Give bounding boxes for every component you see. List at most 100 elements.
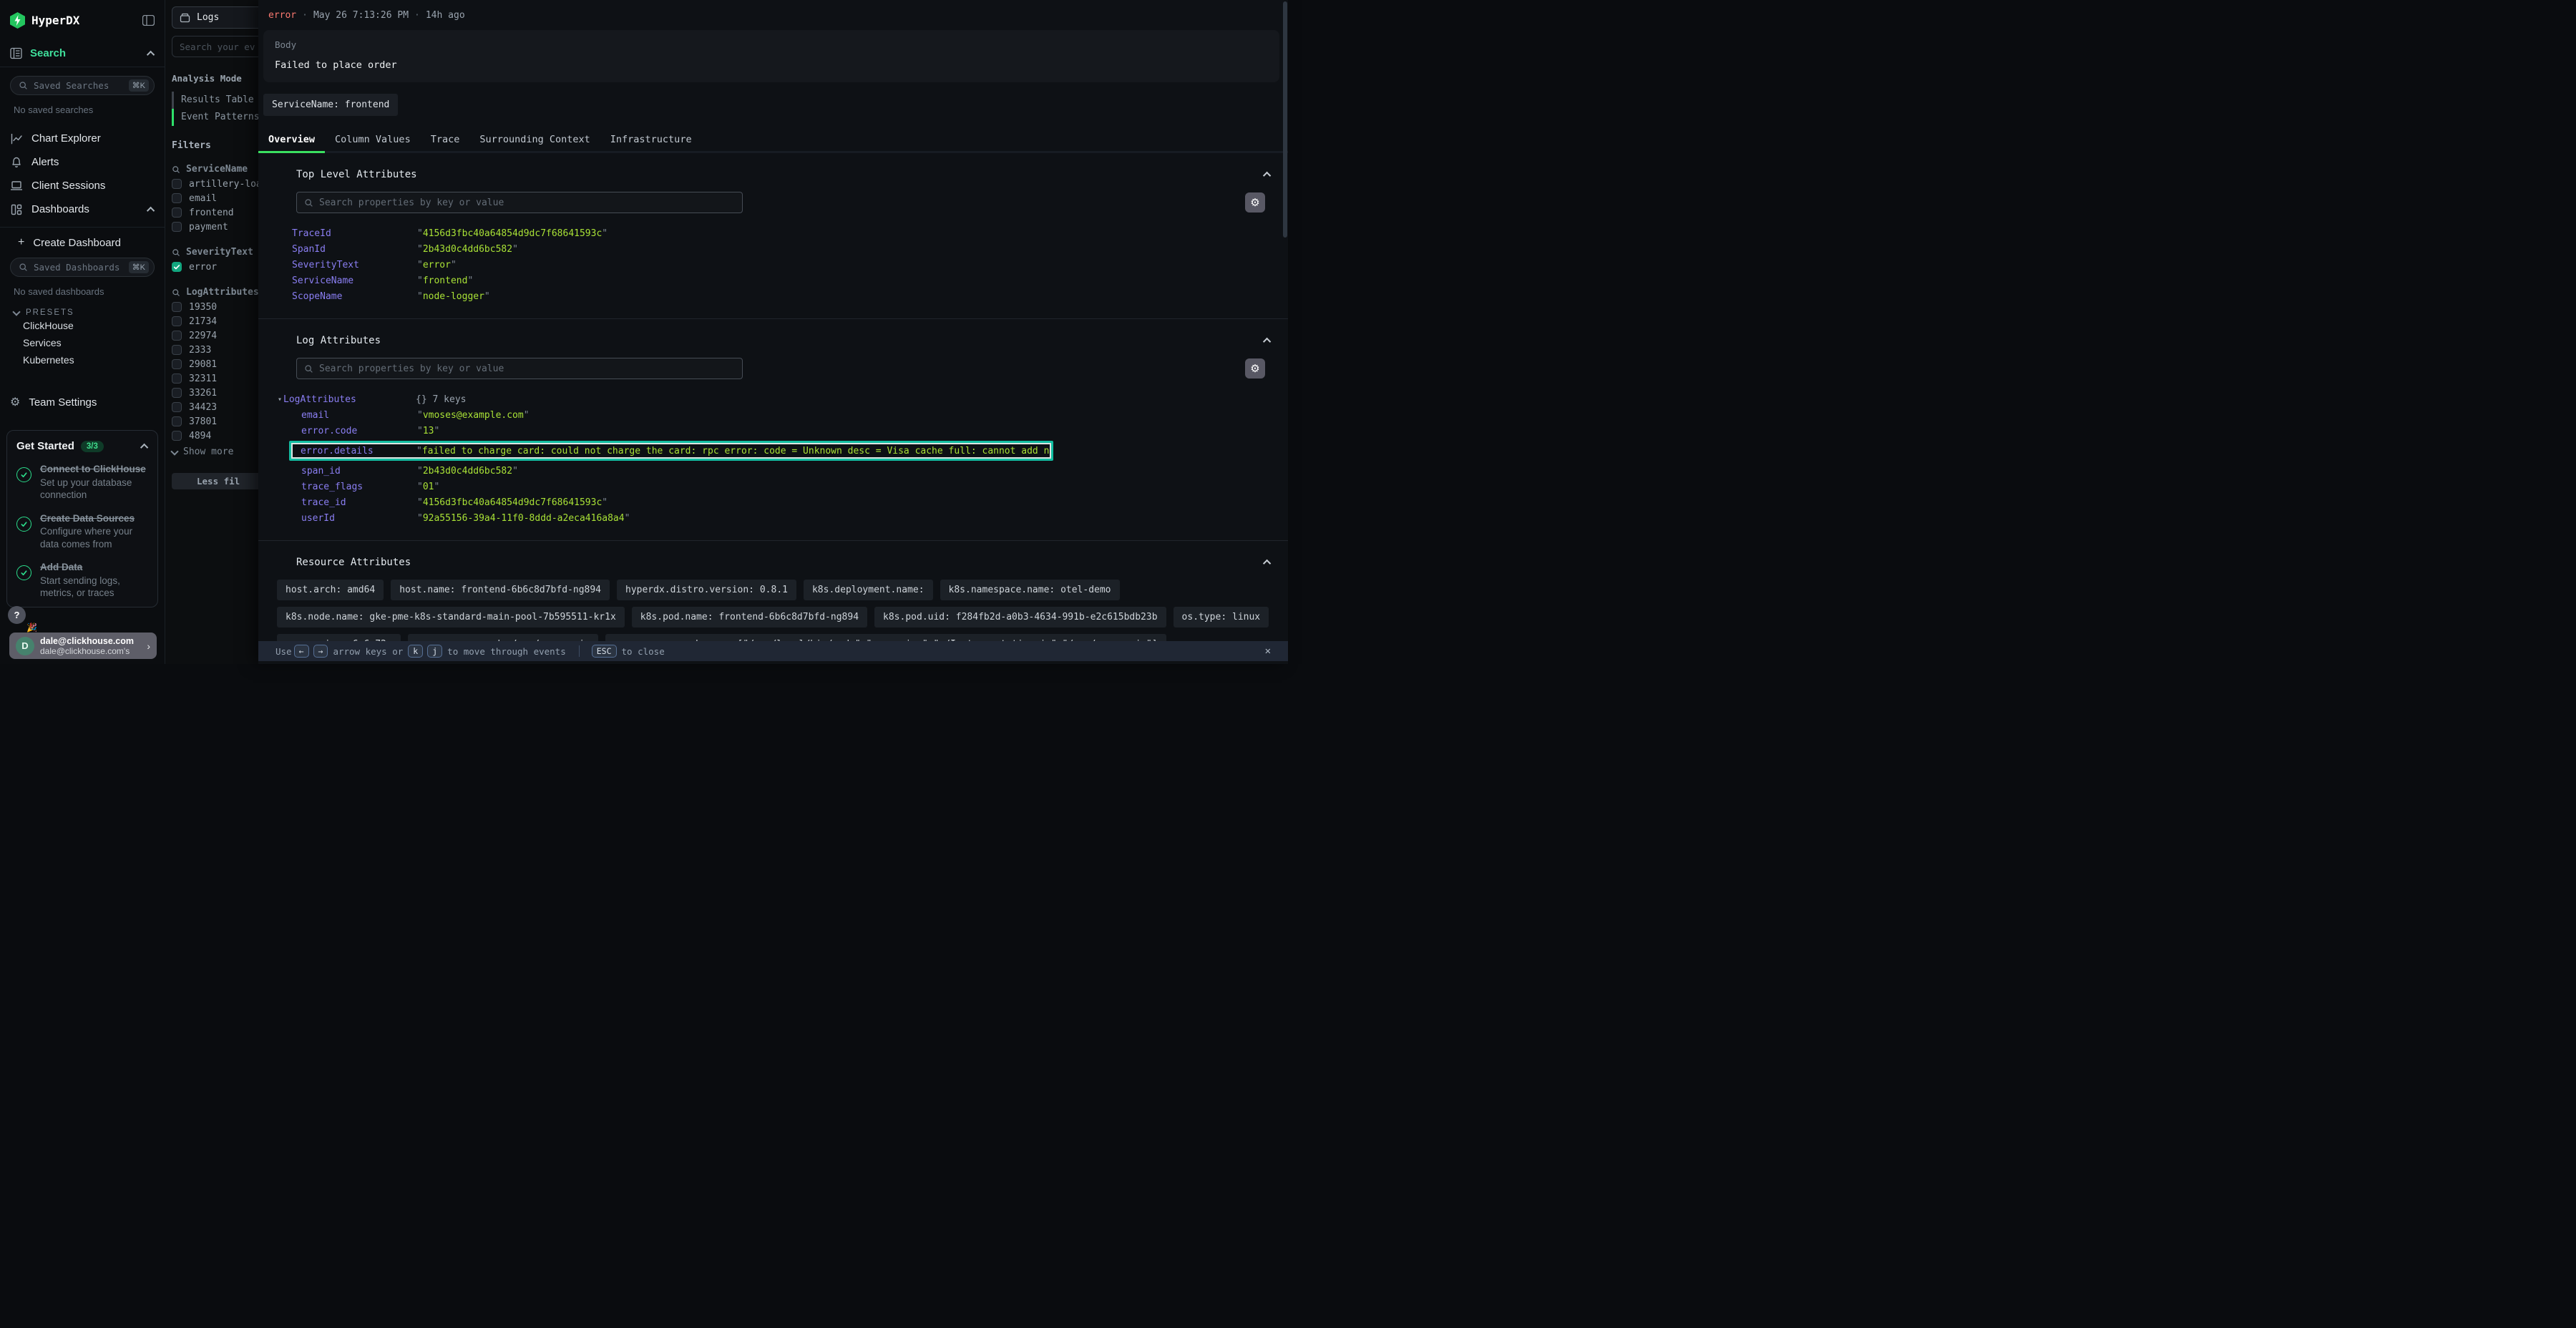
attribute-key[interactable]: span_id [301, 466, 417, 477]
caret-down-icon[interactable]: ▾ [278, 396, 282, 404]
j-key: j [427, 645, 442, 658]
checkbox[interactable] [172, 388, 182, 398]
attribute-key[interactable]: email [301, 410, 417, 421]
search-icon [172, 165, 180, 174]
tab-trace[interactable]: Trace [421, 127, 470, 153]
sidebar-item-clickhouse[interactable]: ClickHouse [0, 317, 165, 334]
hyperdx-logo-icon[interactable] [10, 12, 25, 29]
sidebar-item-client-sessions[interactable]: Client Sessions [0, 174, 165, 197]
checkbox[interactable] [172, 402, 182, 412]
attribute-key[interactable]: ServiceName [292, 275, 417, 286]
checkbox[interactable] [172, 179, 182, 189]
sidebar-item-team-settings[interactable]: ⚙ Team Settings [0, 390, 165, 414]
checkbox[interactable] [172, 359, 182, 369]
attribute-value[interactable]: "92a55156-39a4-11f0-8ddd-a2eca416a8a4" [417, 513, 630, 524]
checkbox[interactable] [172, 262, 182, 272]
sidebar-item-dashboards[interactable]: Dashboards [0, 197, 165, 221]
attribute-key[interactable]: SeverityText [292, 260, 417, 270]
get-started-step[interactable]: Create Data Sources Configure where your… [16, 512, 148, 551]
saved-dashboards-input[interactable]: Saved Dashboards ⌘K [10, 258, 155, 277]
tab-infrastructure[interactable]: Infrastructure [600, 127, 702, 153]
attribute-key[interactable]: TraceId [292, 228, 417, 239]
scrollbar[interactable] [1283, 1, 1287, 638]
attribute-key[interactable]: SpanId [292, 244, 417, 255]
resource-attribute-chip[interactable]: k8s.pod.name: frontend-6b6c8d7bfd-ng894 [632, 607, 867, 628]
attribute-value[interactable]: "error" [417, 260, 457, 270]
service-name-chip[interactable]: ServiceName: frontend [263, 94, 398, 116]
attribute-value[interactable]: "01" [417, 482, 439, 492]
checkbox[interactable] [172, 208, 182, 218]
attribute-key[interactable]: error.details [301, 446, 416, 456]
attribute-value[interactable]: "4156d3fbc40a64854d9dc7f68641593c" [417, 228, 608, 239]
attribute-key[interactable]: LogAttributes [283, 394, 416, 405]
create-dashboard-button[interactable]: + Create Dashboard [0, 230, 165, 255]
user-email: dale@clickhouse.com [40, 636, 134, 646]
property-search-input[interactable] [319, 197, 735, 208]
sidebar-item-alerts[interactable]: Alerts [0, 150, 165, 174]
resource-attribute-chip[interactable]: host.arch: amd64 [277, 580, 384, 600]
gear-icon[interactable]: ⚙ [1245, 358, 1265, 379]
presets-toggle[interactable]: PRESETS [14, 308, 165, 317]
attribute-value[interactable]: "failed to charge card: could not charge… [416, 446, 1051, 456]
attribute-key[interactable]: error.code [301, 426, 417, 436]
log-attributes-section: Log Attributes ⚙ ▾ LogAttributes {} 7 ke… [258, 319, 1288, 541]
attribute-tree-root[interactable]: ▾ LogAttributes {} 7 keys [258, 391, 1288, 407]
attribute-value[interactable]: "2b43d0c4dd6bc582" [417, 466, 518, 477]
attribute-value[interactable]: "frontend" [417, 275, 473, 286]
help-button[interactable]: ? [8, 606, 26, 624]
tab-surrounding-context[interactable]: Surrounding Context [469, 127, 600, 153]
resource-attribute-chip[interactable]: k8s.node.name: gke-pme-k8s-standard-main… [277, 607, 625, 628]
attribute-key[interactable]: trace_flags [301, 482, 417, 492]
attribute-value[interactable]: "vmoses@example.com" [417, 410, 530, 421]
chevron-down-icon [12, 308, 20, 316]
hint-text: to close [622, 646, 665, 657]
checkbox[interactable] [172, 345, 182, 355]
sidebar-item-label: Client Sessions [31, 180, 105, 192]
sidebar-collapse-icon[interactable] [142, 15, 155, 26]
chevron-up-icon[interactable] [147, 50, 155, 58]
scrollbar-thumb[interactable] [1283, 1, 1287, 238]
chevron-up-icon[interactable] [147, 206, 155, 214]
get-started-step[interactable]: Connect to ClickHouse Set up your databa… [16, 463, 148, 502]
resource-attribute-chip[interactable]: k8s.deployment.name: [804, 580, 933, 600]
attribute-row: TraceId"4156d3fbc40a64854d9dc7f68641593c… [258, 225, 1288, 241]
close-icon[interactable]: ✕ [1265, 645, 1271, 657]
attribute-key[interactable]: trace_id [301, 497, 417, 508]
attribute-value[interactable]: "2b43d0c4dd6bc582" [417, 244, 518, 255]
checkbox[interactable] [172, 193, 182, 203]
gear-icon[interactable]: ⚙ [1245, 192, 1265, 213]
checkbox[interactable] [172, 374, 182, 384]
attribute-value[interactable]: "node-logger" [417, 291, 490, 302]
resource-attribute-chip[interactable]: k8s.namespace.name: otel-demo [940, 580, 1120, 600]
shortcut-badge: ⌘K [129, 79, 149, 92]
sidebar-item-kubernetes[interactable]: Kubernetes [0, 351, 165, 368]
checkbox[interactable] [172, 316, 182, 326]
hint-text: to move through events [447, 646, 566, 657]
attribute-value[interactable]: "4156d3fbc40a64854d9dc7f68641593c" [417, 497, 608, 508]
saved-searches-placeholder: Saved Searches [34, 80, 109, 91]
checkbox[interactable] [172, 331, 182, 341]
get-started-step[interactable]: Add Data Start sending logs, metrics, or… [16, 561, 148, 600]
user-menu[interactable]: D dale@clickhouse.com dale@clickhouse.co… [9, 633, 157, 659]
check-circle-icon [16, 565, 31, 580]
tab-overview[interactable]: Overview [258, 127, 325, 153]
attribute-row: userId"92a55156-39a4-11f0-8ddd-a2eca416a… [258, 510, 1288, 526]
sidebar-item-chart-explorer[interactable]: Chart Explorer [0, 127, 165, 150]
attribute-value[interactable]: "13" [417, 426, 439, 436]
checkbox[interactable] [172, 302, 182, 312]
property-search-input[interactable] [319, 363, 735, 374]
sidebar-item-services[interactable]: Services [0, 334, 165, 351]
attribute-key[interactable]: userId [301, 513, 417, 524]
checkbox[interactable] [172, 431, 182, 441]
resource-attribute-chip[interactable]: hyperdx.distro.version: 0.8.1 [617, 580, 796, 600]
checkbox[interactable] [172, 222, 182, 232]
sidebar-item-search[interactable]: Search [0, 40, 165, 67]
resource-attribute-chip[interactable]: os.type: linux [1174, 607, 1269, 628]
tab-column-values[interactable]: Column Values [325, 127, 421, 153]
attribute-key[interactable]: ScopeName [292, 291, 417, 302]
resource-attribute-chip[interactable]: k8s.pod.uid: f284fb2d-a0b3-4634-991b-e2c… [874, 607, 1166, 628]
checkbox[interactable] [172, 416, 182, 426]
saved-searches-input[interactable]: Saved Searches ⌘K [10, 76, 155, 95]
chevron-up-icon[interactable] [140, 443, 148, 451]
resource-attribute-chip[interactable]: host.name: frontend-6b6c8d7bfd-ng894 [391, 580, 610, 600]
